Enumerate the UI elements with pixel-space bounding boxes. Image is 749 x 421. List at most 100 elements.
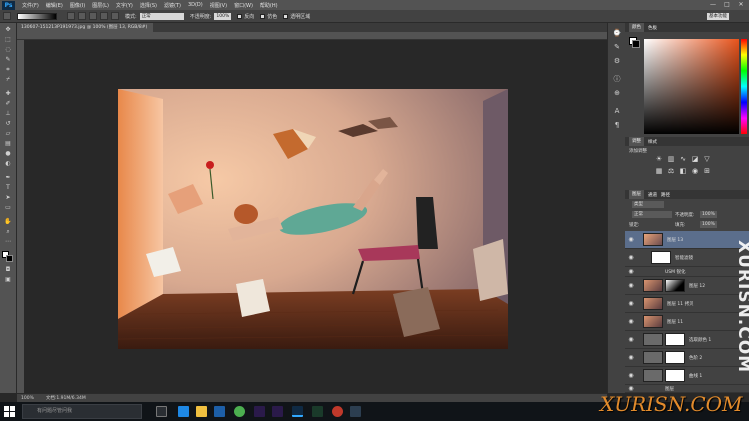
panel-background-swatch[interactable]	[632, 40, 640, 48]
layer-opacity-input[interactable]: 100%	[700, 211, 717, 218]
workspace-select[interactable]: 基本功能	[707, 13, 729, 20]
gradient-preview[interactable]	[17, 12, 57, 20]
layer-kind-filter[interactable]: 类型	[632, 201, 664, 208]
diamond-gradient-button[interactable]	[111, 12, 119, 20]
menu-filter[interactable]: 滤镜(T)	[164, 2, 181, 9]
curves-icon[interactable]: ∿	[679, 155, 687, 163]
channel-mixer-icon[interactable]: ⊞	[703, 167, 711, 175]
move-tool-icon[interactable]: ✥	[3, 27, 13, 33]
menu-type[interactable]: 文字(Y)	[116, 2, 133, 9]
quick-mask-icon[interactable]: ◘	[3, 267, 13, 273]
tab-styles[interactable]: 样式	[648, 139, 657, 145]
fill-input[interactable]: 100%	[700, 221, 717, 228]
after-effects-icon[interactable]	[254, 406, 265, 417]
history-panel-icon[interactable]: ⌚	[612, 29, 622, 37]
gradient-tool-icon[interactable]: ▤	[3, 141, 13, 147]
info-panel-icon[interactable]: ⓘ	[612, 75, 622, 83]
color-field[interactable]	[644, 39, 739, 134]
opacity-input[interactable]: 100%	[214, 12, 232, 20]
quick-select-tool-icon[interactable]: ✎	[3, 57, 13, 63]
radial-gradient-button[interactable]	[78, 12, 86, 20]
lasso-tool-icon[interactable]: ◌	[3, 47, 13, 53]
menu-file[interactable]: 文件(F)	[22, 2, 39, 9]
premiere-icon[interactable]	[272, 406, 283, 417]
eraser-tool-icon[interactable]: ▱	[3, 131, 13, 137]
tab-swatches[interactable]: 色板	[648, 25, 657, 31]
zoom-tool-icon[interactable]: ⌕	[3, 229, 13, 235]
screen-mode-icon[interactable]: ▣	[3, 277, 13, 283]
exposure-icon[interactable]: ◪	[691, 155, 699, 163]
character-panel-icon[interactable]: A	[612, 107, 622, 115]
brush-panel-icon[interactable]: ✎	[612, 43, 622, 51]
tab-layers[interactable]: 图层	[629, 190, 644, 199]
audition-icon[interactable]	[312, 406, 323, 417]
edge-icon[interactable]	[178, 406, 189, 417]
paragraph-panel-icon[interactable]: ¶	[612, 121, 622, 129]
mode-select[interactable]: 正常	[139, 12, 184, 20]
visibility-eye-icon[interactable]: ◉	[627, 336, 635, 343]
background-color-swatch[interactable]	[6, 255, 13, 262]
shape-tool-icon[interactable]: ▭	[3, 205, 13, 211]
pen-tool-icon[interactable]: ✒	[3, 175, 13, 181]
taskbar-search-box[interactable]: 有问题尽管问我	[22, 404, 142, 419]
close-window-button[interactable]: ✕	[734, 0, 748, 10]
menu-image[interactable]: 图像(I)	[70, 2, 85, 9]
path-select-icon[interactable]: ➤	[3, 195, 13, 201]
hue-saturation-icon[interactable]: ▦	[655, 167, 663, 175]
tool-preset-picker[interactable]	[3, 12, 11, 20]
brush-tool-icon[interactable]: ✐	[3, 101, 13, 107]
visibility-eye-icon[interactable]: ◉	[627, 236, 635, 243]
menu-help[interactable]: 帮助(H)	[260, 2, 278, 9]
type-tool-icon[interactable]: T	[3, 185, 13, 191]
chrome-icon[interactable]	[234, 406, 245, 417]
tab-paths[interactable]: 路径	[661, 192, 670, 198]
menu-layer[interactable]: 图层(L)	[92, 2, 109, 9]
store-icon[interactable]	[214, 406, 225, 417]
clone-stamp-icon[interactable]: ⊥	[3, 111, 13, 117]
more-tools-icon[interactable]: ⋯	[3, 239, 13, 245]
minimize-button[interactable]: —	[706, 0, 720, 10]
black-white-icon[interactable]: ◧	[679, 167, 687, 175]
clone-source-icon[interactable]: ⊕	[612, 89, 622, 97]
visibility-eye-icon[interactable]: ◉	[627, 254, 635, 261]
media-player-icon[interactable]	[332, 406, 343, 417]
photoshop-taskbar-icon[interactable]	[292, 406, 303, 417]
photo-filter-icon[interactable]: ◉	[691, 167, 699, 175]
reflected-gradient-button[interactable]	[100, 12, 108, 20]
document-image[interactable]	[118, 89, 508, 349]
windows-start-icon[interactable]	[4, 406, 15, 417]
dither-checkbox[interactable]	[260, 13, 266, 19]
tab-color[interactable]: 颜色	[629, 23, 644, 32]
blur-tool-icon[interactable]: ●	[3, 151, 13, 157]
menu-window[interactable]: 窗口(W)	[234, 2, 253, 9]
color-balance-icon[interactable]: ⚖	[667, 167, 675, 175]
visibility-eye-icon[interactable]: ◉	[627, 385, 635, 392]
visibility-eye-icon[interactable]: ◉	[627, 282, 635, 289]
levels-icon[interactable]: ▥	[667, 155, 675, 163]
zoom-level[interactable]: 100%	[21, 396, 34, 401]
visibility-eye-icon[interactable]: ◉	[627, 268, 635, 275]
dodge-tool-icon[interactable]: ◐	[3, 161, 13, 167]
crop-tool-icon[interactable]: ⌗	[3, 67, 13, 73]
tab-channels[interactable]: 通道	[648, 192, 657, 198]
visibility-eye-icon[interactable]: ◉	[627, 318, 635, 325]
menu-view[interactable]: 视图(V)	[210, 2, 227, 9]
file-explorer-icon[interactable]	[196, 406, 207, 417]
visibility-eye-icon[interactable]: ◉	[627, 372, 635, 379]
task-view-icon[interactable]	[156, 406, 167, 417]
document-tab[interactable]: 130607-151213P191973.jpg @ 100% (图层 13, …	[17, 23, 153, 32]
reverse-checkbox[interactable]	[237, 13, 243, 19]
menu-select[interactable]: 选择(S)	[140, 2, 157, 9]
menu-edit[interactable]: 编辑(E)	[46, 2, 63, 9]
marquee-tool-icon[interactable]: ⬚	[3, 37, 13, 43]
maximize-button[interactable]: □	[720, 0, 734, 10]
properties-panel-icon[interactable]: ⚙	[612, 57, 622, 65]
hand-tool-icon[interactable]: ✋	[3, 219, 13, 225]
angle-gradient-button[interactable]	[89, 12, 97, 20]
brightness-icon[interactable]: ☀	[655, 155, 663, 163]
blend-mode-select[interactable]: 正常	[632, 211, 672, 218]
hue-slider[interactable]	[741, 39, 747, 134]
vibrance-icon[interactable]: ▽	[703, 155, 711, 163]
photos-icon[interactable]	[350, 406, 361, 417]
menu-3d[interactable]: 3D(D)	[188, 2, 203, 8]
